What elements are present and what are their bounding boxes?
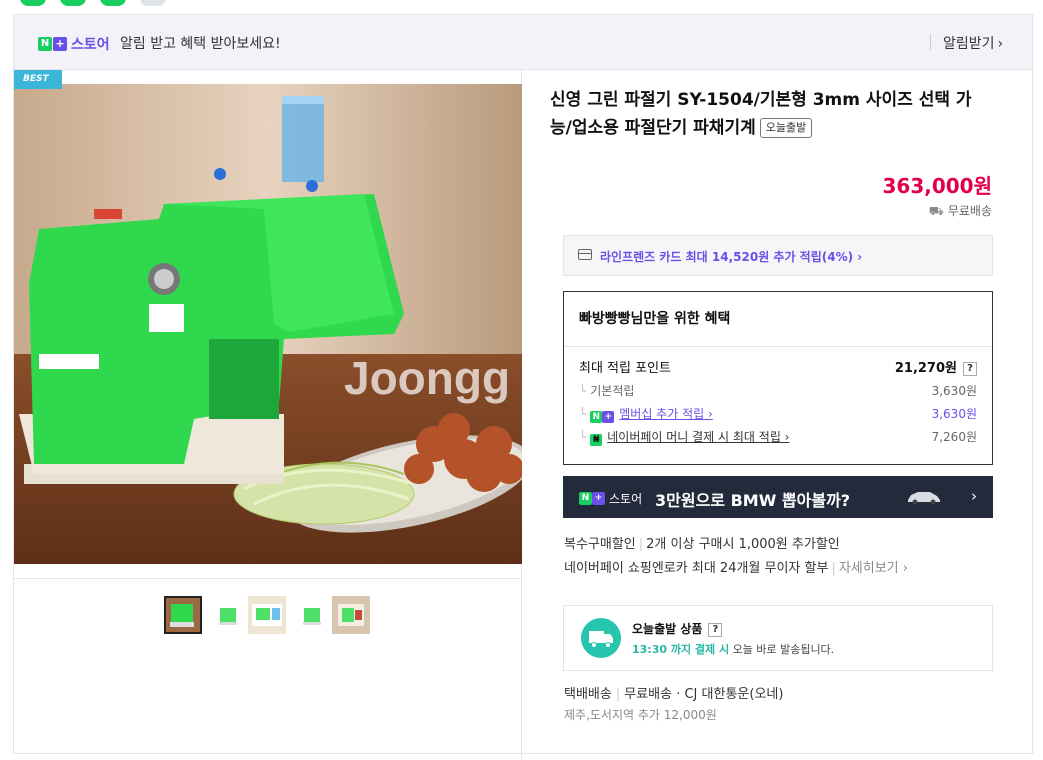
thumbnail-4[interactable]: [294, 596, 332, 634]
banner-message: 알림 받고 혜택 받아보세요!: [120, 36, 281, 52]
watermark-text: Joongg: [344, 352, 510, 404]
green-pill: [60, 0, 86, 6]
installment-text: 네이버페이 쇼핑엔로카 최대 24개월 무이자 할부: [564, 561, 829, 576]
divider: |: [638, 537, 644, 552]
delivery-truck-icon: [581, 618, 621, 658]
help-icon[interactable]: ?: [963, 362, 977, 376]
price: 363,000원: [882, 174, 993, 198]
naver-n-icon: N: [38, 37, 52, 51]
alarm-label: 알림받기: [943, 36, 995, 52]
truck-icon: ⛟: [928, 204, 944, 218]
naver-n-icon: N: [579, 492, 592, 505]
multi-purchase-text: 2개 이상 구매시 1,000원 추가할인: [646, 537, 840, 552]
tree-branch-icon: └: [579, 407, 587, 421]
green-pill: [100, 0, 126, 6]
thumbnail-1[interactable]: [164, 596, 202, 634]
tree-branch-icon: └: [579, 430, 587, 444]
multi-purchase-discount: 복수구매할인 | 2개 이상 구매시 1,000원 추가할인: [564, 533, 840, 552]
naver-pay-icon: ₦: [590, 434, 603, 446]
naver-plus-store-logo: N + 스토어: [579, 490, 642, 507]
divider: |: [615, 687, 621, 702]
car-icon: [908, 492, 940, 504]
thumbnail-3[interactable]: [248, 596, 286, 634]
multi-purchase-label: 복수구매할인: [564, 537, 636, 552]
basic-points-label: 기본적립: [590, 384, 635, 398]
today-shipping-title: 오늘출발 상품?: [632, 620, 723, 637]
divider: [564, 346, 992, 347]
bmw-event-banner[interactable]: N + 스토어 3만원으로 BMW 뽑아볼까? ›: [563, 476, 993, 518]
naver-n-icon: N: [590, 411, 603, 423]
gallery: BEST Joongg: [14, 70, 522, 760]
thumbnail-5[interactable]: [332, 596, 370, 634]
notification-banner: N + 스토어 알림 받고 혜택 받아보세요! 알림받기 ›: [14, 15, 1032, 70]
plus-icon: +: [592, 492, 605, 505]
shipping-info: ⛟ 무료배송: [929, 202, 992, 220]
delivery-method: 택배배송: [564, 687, 612, 702]
help-icon[interactable]: ?: [708, 623, 723, 637]
npay-points-value: 7,260원: [931, 430, 977, 444]
thumbnail-2[interactable]: [210, 596, 248, 634]
max-points-value: 21,270원: [894, 361, 957, 376]
benefit-header: 빠방빵빵님만을 위한 혜택: [579, 311, 731, 327]
cutoff-time: 13:30 까지 결제 시: [632, 643, 730, 656]
installment-more-link[interactable]: 자세히보기 ›: [839, 561, 908, 576]
installment-info: 네이버페이 쇼핑엔로카 최대 24개월 무이자 할부 | 자세히보기 ›: [564, 557, 908, 576]
main-product-photo[interactable]: Joongg: [14, 84, 522, 564]
tree-branch-icon: └: [579, 384, 587, 398]
divider: [930, 34, 931, 50]
today-shipping-rest: 오늘 바로 발송됩니다.: [729, 643, 835, 656]
naver-plus-store-logo: N + 스토어: [38, 34, 110, 54]
best-badge: BEST: [14, 70, 62, 89]
product-title: 신영 그린 파절기 SY-1504/기본형 3mm 사이즈 선택 가능/업소용 …: [550, 86, 990, 142]
green-pill: [20, 0, 46, 6]
plus-icon: +: [53, 37, 67, 51]
today-shipping-box: 오늘출발 상품? 13:30 까지 결제 시 오늘 바로 발송됩니다.: [563, 605, 993, 671]
today-ship-badge: 오늘출발: [759, 118, 813, 138]
alarm-button[interactable]: 알림받기 ›: [943, 33, 1003, 53]
today-shipping-desc: 13:30 까지 결제 시 오늘 바로 발송됩니다.: [632, 641, 834, 657]
plus-icon: +: [602, 411, 615, 423]
today-shipping-title-text: 오늘출발 상품: [632, 622, 703, 636]
chevron-right-icon: ›: [971, 487, 977, 505]
npay-points-link[interactable]: 네이버페이 머니 결제 시 최대 적립 ›: [607, 430, 789, 444]
top-strip: [0, 0, 1043, 12]
card-promo-text: 라인프렌즈 카드 최대 14,520원 추가 적립(4%) ›: [600, 250, 863, 264]
divider: [14, 578, 522, 579]
product-photo-graphic: Joongg: [14, 84, 522, 564]
benefit-box: 빠방빵빵님만을 위한 혜택 최대 적립 포인트 21,270원? └ 기본적립 3…: [563, 291, 993, 465]
membership-points-value: 3,630원: [931, 407, 977, 421]
basic-points-value: 3,630원: [931, 384, 977, 398]
delivery-line: 택배배송 | 무료배송 · CJ 대한통운(오네): [564, 683, 783, 702]
card-promo-link[interactable]: 라인프렌즈 카드 최대 14,520원 추가 적립(4%) ›: [563, 235, 993, 276]
delivery-fee: 무료배송: [624, 687, 673, 702]
gray-pill: [140, 0, 166, 6]
max-points-label: 최대 적립 포인트: [579, 361, 671, 376]
extra-region-fee: 제주,도서지역 추가 12,000원: [564, 708, 717, 722]
divider: |: [831, 561, 836, 576]
delivery-carrier: · CJ 대한통운(오네): [676, 687, 784, 702]
bmw-banner-text: 3만원으로 BMW 뽑아볼까?: [655, 491, 851, 510]
chevron-right-icon: ›: [997, 36, 1004, 52]
store-word: 스토어: [609, 492, 643, 506]
membership-points-link[interactable]: 멤버십 추가 적립 ›: [619, 407, 713, 421]
credit-card-icon: [578, 249, 592, 260]
shipping-text: 무료배송: [947, 204, 992, 218]
